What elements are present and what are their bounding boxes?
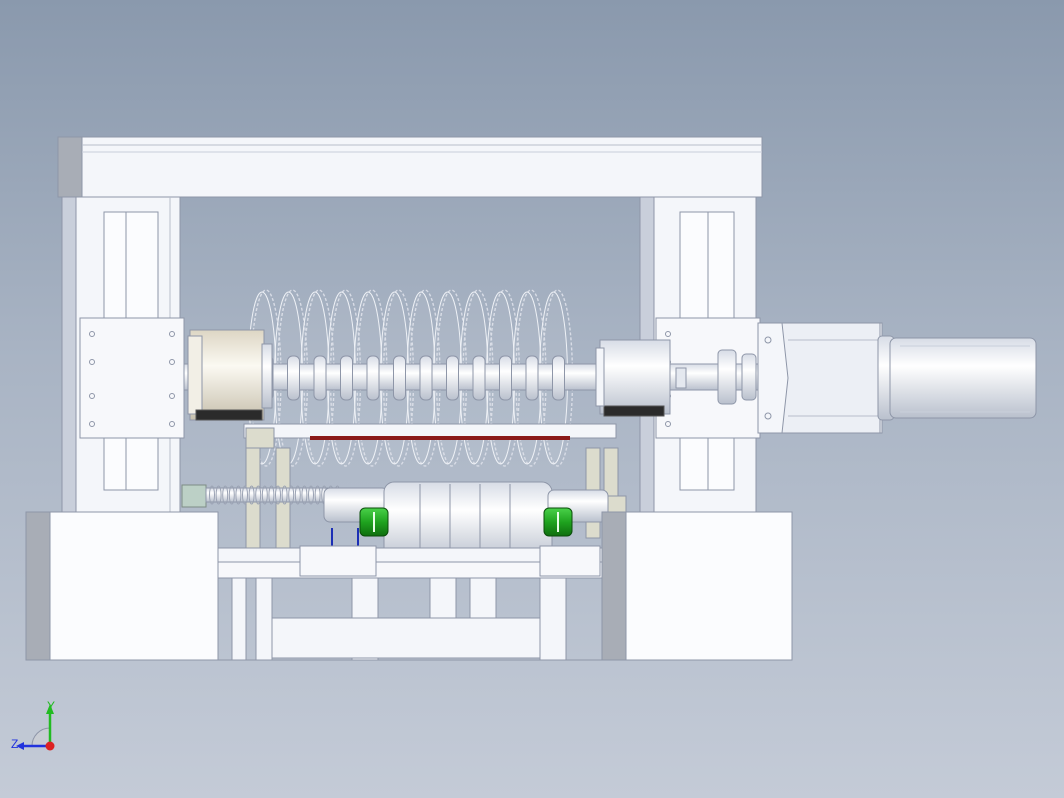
blade-hub — [446, 355, 459, 401]
right-coupling — [543, 507, 573, 537]
view-orientation-triad[interactable]: Y Z — [11, 699, 55, 751]
blade-hub — [499, 355, 512, 401]
blade-hub — [313, 355, 327, 401]
cad-viewport[interactable]: Y Z — [0, 0, 1064, 798]
blade-hub — [472, 355, 486, 401]
x-axis-point — [45, 741, 55, 751]
blade-hub — [287, 355, 300, 401]
right-bearing-housing — [595, 339, 671, 417]
left-bearing-plate — [79, 317, 185, 439]
blade-hub — [393, 355, 406, 401]
blade-hub — [340, 355, 353, 401]
blade-hub — [366, 355, 380, 401]
z-axis-label: Z — [11, 737, 18, 751]
top-frame-beam — [57, 136, 763, 198]
blade-hub — [525, 355, 539, 401]
blade-hub — [552, 355, 565, 401]
right-base-block — [601, 511, 793, 661]
drive-motor — [757, 322, 1037, 434]
lead-screw — [181, 484, 347, 508]
y-axis-label: Y — [47, 699, 55, 713]
left-base-block — [25, 511, 219, 661]
blade-hub — [419, 355, 433, 401]
left-coupling — [359, 507, 389, 537]
lower-frame — [217, 545, 603, 661]
left-bearing-housing — [187, 329, 273, 421]
